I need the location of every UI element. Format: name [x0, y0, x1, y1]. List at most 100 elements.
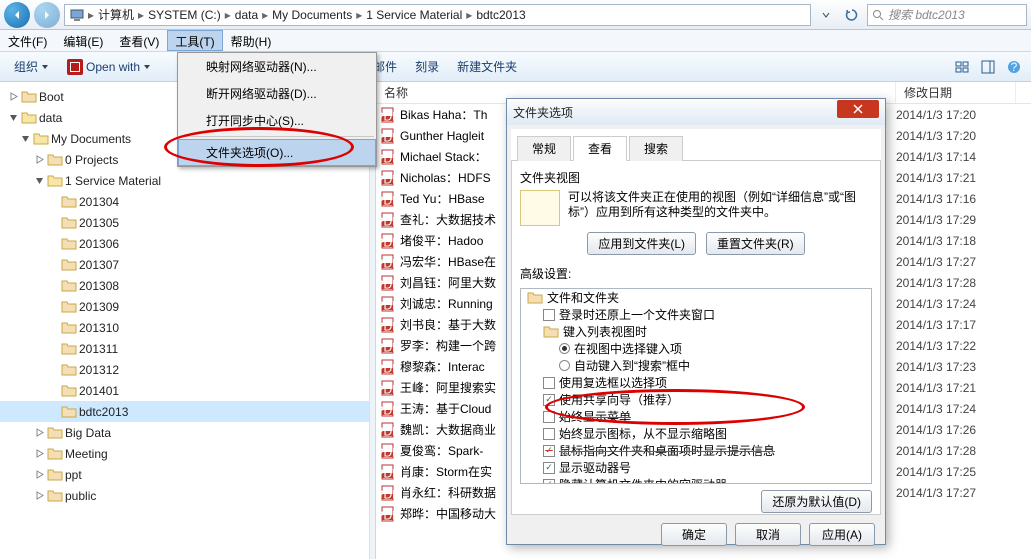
tree-item[interactable]: bdtc2013: [0, 401, 369, 422]
advanced-settings-tree[interactable]: 文件和文件夹登录时还原上一个文件夹窗口键入列表视图时在视图中选择键入项自动键入到…: [520, 288, 872, 484]
dropdown-folder-options[interactable]: 文件夹选项(O)...: [178, 139, 376, 166]
tree-label: ppt: [65, 468, 82, 482]
tree-item[interactable]: public: [0, 485, 369, 506]
file-date: 2014/1/3 17:21: [896, 171, 1016, 185]
tree-item[interactable]: 201304: [0, 191, 369, 212]
expand-icon[interactable]: [34, 469, 45, 480]
preview-pane-button[interactable]: [979, 58, 997, 76]
tree-item[interactable]: 201310: [0, 317, 369, 338]
option-label: 使用共享向导（推荐）: [559, 391, 679, 408]
advanced-option[interactable]: ✓隐藏计算机文件夹中的空驱动器: [521, 476, 871, 484]
menu-edit[interactable]: 编辑(E): [55, 30, 111, 51]
breadcrumb-item[interactable]: SYSTEM (C:): [145, 8, 224, 22]
dropdown-sync-center[interactable]: 打开同步中心(S)...: [178, 107, 376, 134]
tree-label: 201307: [79, 258, 119, 272]
file-date: 2014/1/3 17:28: [896, 276, 1016, 290]
expand-icon[interactable]: [48, 280, 59, 291]
breadcrumb[interactable]: ▸ 计算机▸ SYSTEM (C:)▸ data▸ My Documents▸ …: [64, 4, 811, 26]
expand-icon[interactable]: [48, 259, 59, 270]
menu-file[interactable]: 文件(F): [0, 30, 55, 51]
menu-help[interactable]: 帮助(H): [223, 30, 280, 51]
open-with-button[interactable]: Open with: [61, 57, 157, 77]
svg-text:PDF: PDF: [380, 235, 396, 249]
tree-item[interactable]: Meeting: [0, 443, 369, 464]
expand-icon[interactable]: [34, 448, 45, 459]
advanced-option[interactable]: 登录时还原上一个文件夹窗口: [521, 306, 871, 323]
breadcrumb-item[interactable]: data: [232, 8, 261, 22]
apply-button[interactable]: 应用(A): [809, 523, 875, 546]
tab-search[interactable]: 搜索: [629, 136, 683, 161]
breadcrumb-item[interactable]: bdtc2013: [473, 8, 528, 22]
radio-icon: [559, 360, 570, 371]
tree-item[interactable]: 201401: [0, 380, 369, 401]
expand-icon[interactable]: [34, 490, 45, 501]
advanced-option[interactable]: ✓鼠标指向文件夹和桌面项时显示提示信息: [521, 442, 871, 459]
breadcrumb-item[interactable]: 1 Service Material: [363, 8, 465, 22]
tab-view[interactable]: 查看: [573, 136, 627, 161]
expand-icon[interactable]: [34, 154, 45, 165]
expand-icon[interactable]: [34, 427, 45, 438]
search-input[interactable]: 搜索 bdtc2013: [867, 4, 1027, 26]
tree-item[interactable]: Big Data: [0, 422, 369, 443]
tree-item[interactable]: 201309: [0, 296, 369, 317]
reset-folders-button[interactable]: 重置文件夹(R): [706, 232, 805, 255]
breadcrumb-item[interactable]: My Documents: [269, 8, 355, 22]
view-options-button[interactable]: [953, 58, 971, 76]
expand-icon[interactable]: [48, 301, 59, 312]
breadcrumb-dropdown[interactable]: [815, 4, 837, 26]
dropdown-disconnect-drive[interactable]: 断开网络驱动器(D)...: [178, 80, 376, 107]
apply-to-folders-button[interactable]: 应用到文件夹(L): [587, 232, 696, 255]
tree-item[interactable]: ppt: [0, 464, 369, 485]
expand-icon[interactable]: [8, 91, 19, 102]
advanced-option[interactable]: 使用复选框以选择项: [521, 374, 871, 391]
radio-icon: [559, 343, 570, 354]
checkbox-icon: ✓: [543, 445, 555, 457]
ok-button[interactable]: 确定: [661, 523, 727, 546]
tree-item[interactable]: 201308: [0, 275, 369, 296]
expand-icon[interactable]: [48, 364, 59, 375]
advanced-option[interactable]: 自动键入到“搜索”框中: [521, 357, 871, 374]
folder-view-text: 可以将该文件夹正在使用的视图（例如“详细信息”或“图标”）应用到所有这种类型的文…: [568, 190, 872, 226]
advanced-option[interactable]: 始终显示图标，从不显示缩略图: [521, 425, 871, 442]
tree-item[interactable]: 201311: [0, 338, 369, 359]
restore-defaults-button[interactable]: 还原为默认值(D): [761, 490, 872, 513]
tree-item[interactable]: 201305: [0, 212, 369, 233]
tree-item[interactable]: 201307: [0, 254, 369, 275]
help-button[interactable]: ?: [1005, 58, 1023, 76]
menu-view[interactable]: 查看(V): [111, 30, 167, 51]
expand-icon[interactable]: [48, 217, 59, 228]
expand-icon[interactable]: [48, 385, 59, 396]
dropdown-map-drive[interactable]: 映射网络驱动器(N)...: [178, 53, 376, 80]
advanced-option[interactable]: ✓使用共享向导（推荐）: [521, 391, 871, 408]
nav-back-button[interactable]: [4, 2, 30, 28]
expand-icon[interactable]: [8, 112, 19, 123]
dialog-titlebar[interactable]: 文件夹选项: [507, 99, 885, 125]
dialog-close-button[interactable]: [837, 100, 879, 118]
tree-label: My Documents: [51, 132, 131, 146]
breadcrumb-item[interactable]: 计算机: [95, 6, 137, 23]
refresh-button[interactable]: [841, 4, 863, 26]
col-date[interactable]: 修改日期: [896, 82, 1016, 103]
expand-icon[interactable]: [48, 406, 59, 417]
tree-item[interactable]: 201312: [0, 359, 369, 380]
organize-button[interactable]: 组织: [8, 56, 55, 77]
expand-icon[interactable]: [20, 133, 31, 144]
tree-item[interactable]: 201306: [0, 233, 369, 254]
expand-icon[interactable]: [48, 196, 59, 207]
tree-item[interactable]: 1 Service Material: [0, 170, 369, 191]
expand-icon[interactable]: [48, 238, 59, 249]
expand-icon[interactable]: [34, 175, 45, 186]
advanced-option[interactable]: 在视图中选择键入项: [521, 340, 871, 357]
new-folder-button[interactable]: 新建文件夹: [451, 56, 523, 77]
nav-forward-button[interactable]: [34, 2, 60, 28]
expand-icon[interactable]: [48, 343, 59, 354]
advanced-option[interactable]: 始终显示菜单: [521, 408, 871, 425]
file-name: 肖永红：科研数据: [400, 484, 496, 501]
burn-button[interactable]: 刻录: [409, 56, 445, 77]
advanced-option[interactable]: ✓显示驱动器号: [521, 459, 871, 476]
menu-tools[interactable]: 工具(T): [167, 30, 222, 51]
cancel-button[interactable]: 取消: [735, 523, 801, 546]
tab-general[interactable]: 常规: [517, 136, 571, 161]
svg-text:PDF: PDF: [380, 277, 396, 291]
expand-icon[interactable]: [48, 322, 59, 333]
